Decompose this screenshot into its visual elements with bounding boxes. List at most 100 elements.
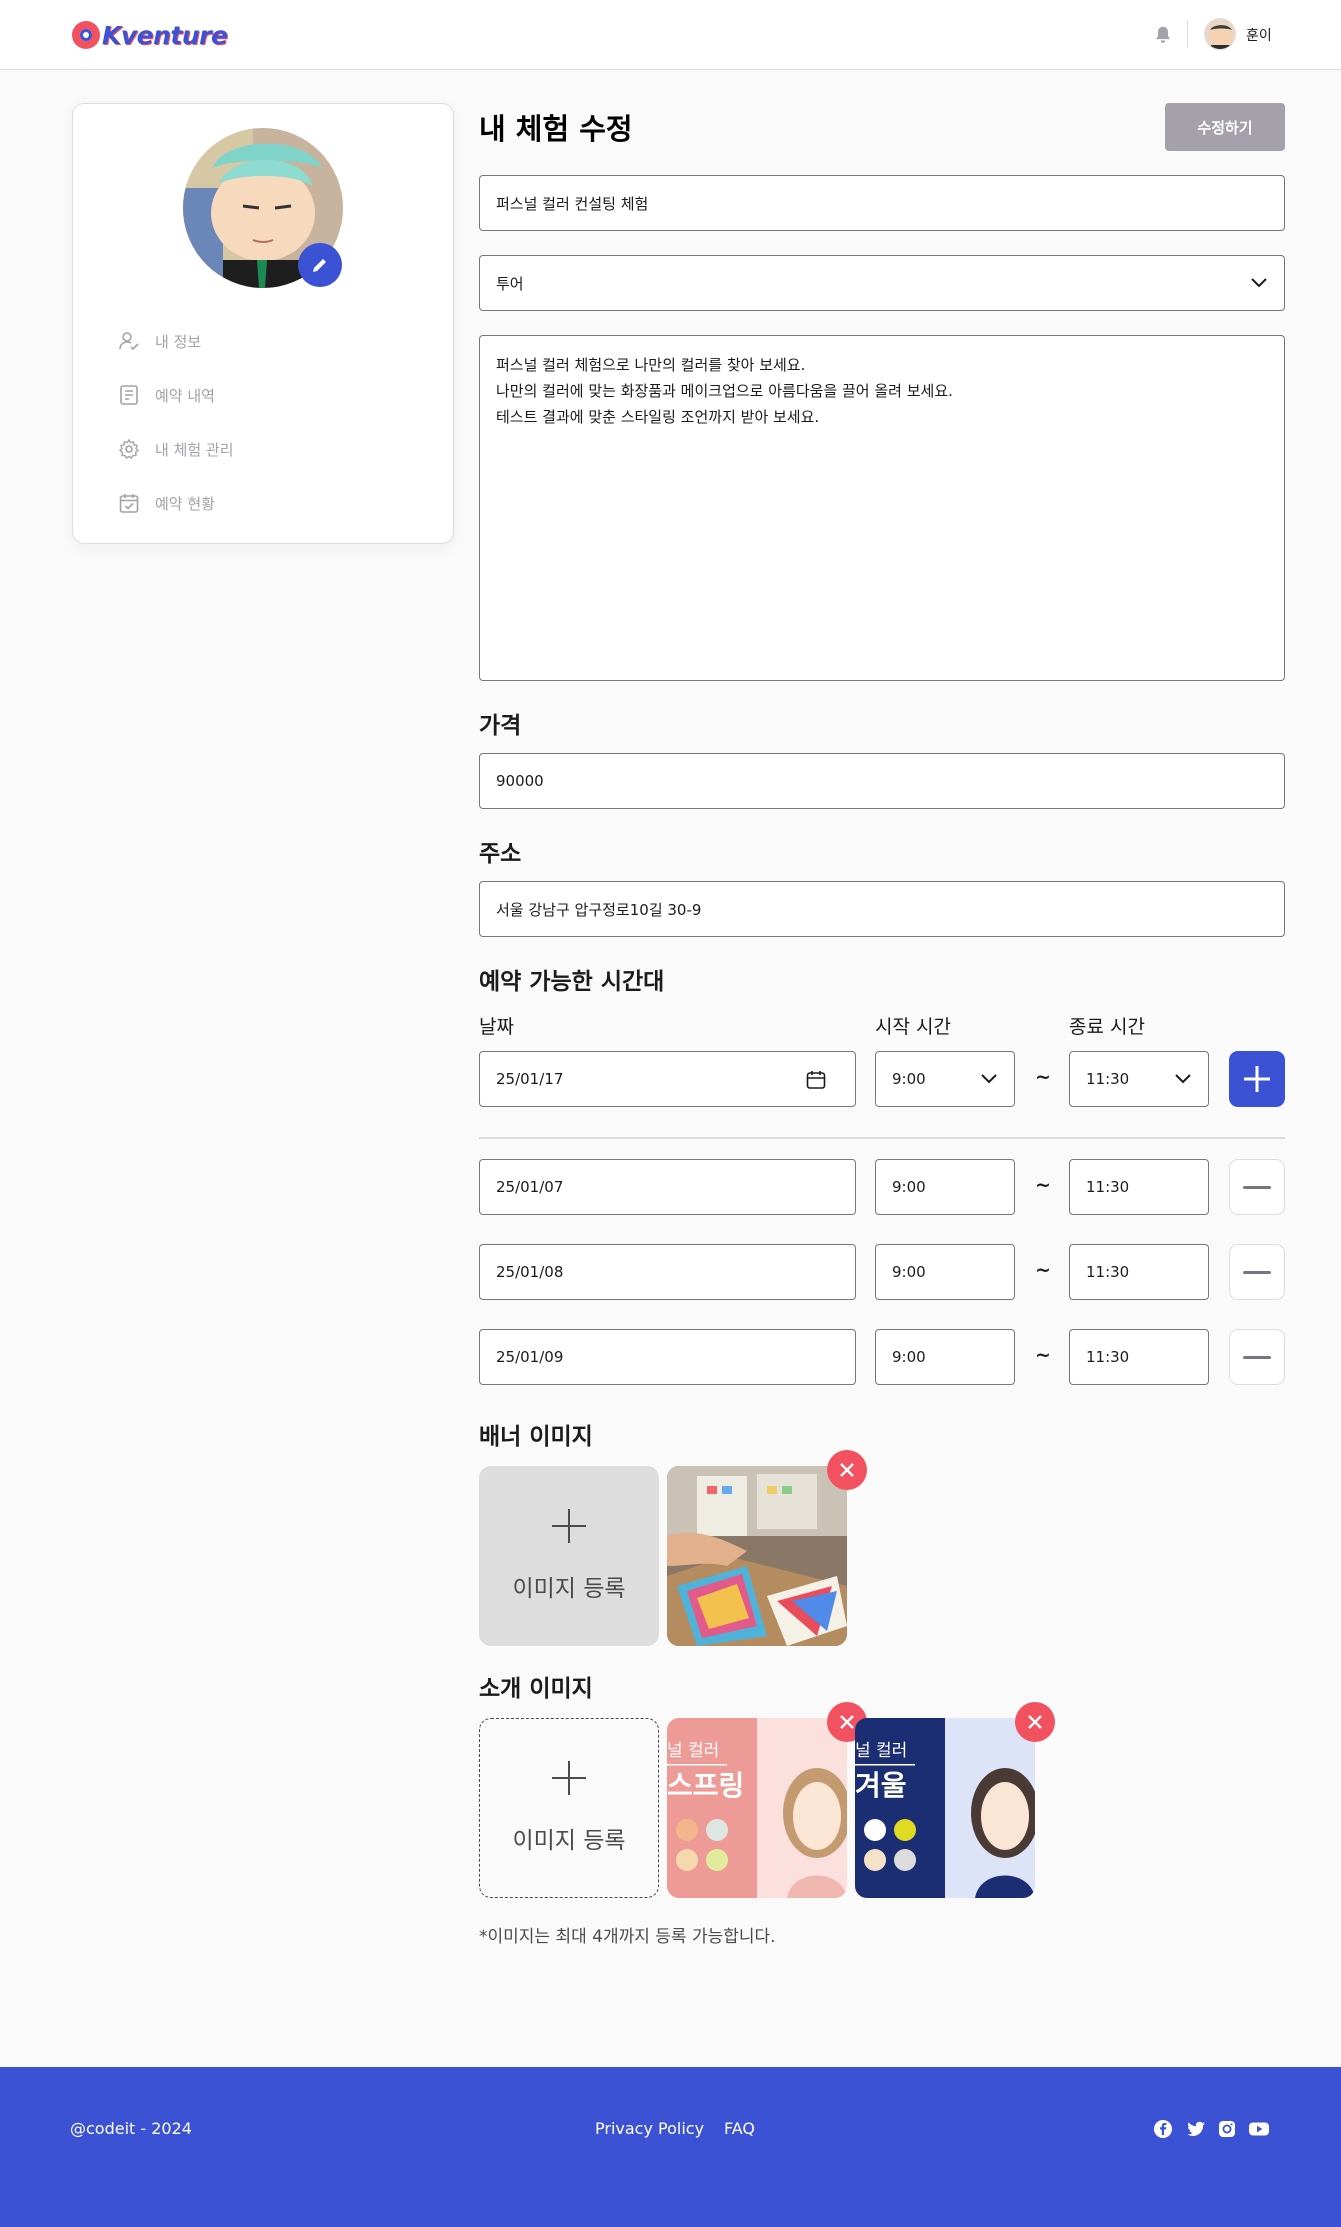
remove-timeslot-button[interactable] — [1229, 1159, 1285, 1215]
description-textarea[interactable]: 퍼스널 컬러 체험으로 나만의 컬러를 찾아 보세요. 나만의 컬러에 맞는 화… — [479, 335, 1285, 681]
faq-link[interactable]: FAQ — [724, 2119, 755, 2138]
date-picker-value: 25/01/17 — [496, 1070, 564, 1088]
schedule-title: 예약 가능한 시간대 — [479, 969, 665, 995]
timeslot-start-value: 9:00 — [892, 1348, 926, 1366]
logo-mark-icon — [72, 21, 100, 49]
category-select[interactable]: 투어 — [479, 255, 1285, 311]
category-select-value: 투어 — [496, 274, 524, 293]
banner-image-thumbnail — [667, 1466, 847, 1646]
chevron-down-icon — [981, 1074, 997, 1084]
start-time-select[interactable]: 9:00 — [875, 1051, 1015, 1107]
minus-icon — [1243, 1185, 1271, 1189]
timeslot-end: 11:30 — [1069, 1329, 1209, 1385]
privacy-policy-link[interactable]: Privacy Policy — [595, 2119, 704, 2138]
end-time-value: 11:30 — [1086, 1070, 1130, 1088]
intro-image-thumbnail: 널 컬러 스프링 — [667, 1718, 847, 1898]
intro-image-thumbnail: 널 컬러 겨울 — [855, 1718, 1035, 1898]
timeslot-end: 11:30 — [1069, 1159, 1209, 1215]
date-column-label: 날짜 — [479, 1016, 514, 1038]
sidebar-item-label: 예약 현황 — [155, 494, 215, 513]
image-caption-top: 널 컬러 — [667, 1741, 720, 1761]
remove-banner-image-button[interactable] — [827, 1450, 867, 1490]
timeslot-date-value: 25/01/07 — [496, 1178, 564, 1196]
sidebar-item-label: 예약 내역 — [155, 386, 215, 405]
sidebar-item-label: 내 체험 관리 — [155, 440, 234, 459]
footer: @codeit - 2024 Privacy Policy FAQ — [0, 2067, 1341, 2227]
remove-timeslot-button[interactable] — [1229, 1244, 1285, 1300]
timeslot-start-value: 9:00 — [892, 1263, 926, 1281]
timeslot-date: 25/01/09 — [479, 1329, 856, 1385]
sidebar-item-label: 내 정보 — [155, 332, 202, 351]
description-line: 퍼스널 컬러 체험으로 나만의 컬러를 찾아 보세요. — [496, 356, 806, 374]
timeslot-date: 25/01/07 — [479, 1159, 856, 1215]
title-input[interactable]: 퍼스널 컬러 컨설팅 체험 — [479, 175, 1285, 231]
image-upload-label: 이미지 등록 — [512, 1828, 626, 1854]
image-caption-top: 널 컬러 — [855, 1741, 908, 1761]
bell-icon[interactable] — [1152, 24, 1174, 46]
sidebar-menu: 내 정보 예약 내역 내 체험 관리 예약 현황 — [117, 314, 417, 530]
schedule-divider — [479, 1137, 1285, 1139]
timeslot-date: 25/01/08 — [479, 1244, 856, 1300]
calendar-icon[interactable] — [805, 1069, 827, 1091]
price-input[interactable]: 90000 — [479, 753, 1285, 809]
add-timeslot-button[interactable] — [1229, 1051, 1285, 1107]
user-check-icon — [117, 329, 141, 353]
close-icon — [1028, 1715, 1042, 1729]
pencil-icon — [313, 259, 326, 272]
timeslot-end-value: 11:30 — [1086, 1178, 1130, 1196]
description-line: 나만의 컬러에 맞는 화장품과 메이크업으로 아름다움을 끌어 올려 보세요. — [496, 382, 953, 400]
sidebar-item-my-info[interactable]: 내 정보 — [117, 314, 417, 368]
sidebar-item-my-experiences[interactable]: 내 체험 관리 — [117, 422, 417, 476]
sidebar-item-reservations[interactable]: 예약 내역 — [117, 368, 417, 422]
twitter-icon[interactable] — [1186, 2119, 1206, 2139]
end-time-select[interactable]: 11:30 — [1069, 1051, 1209, 1107]
image-caption-main: 겨울 — [855, 1769, 907, 1802]
list-document-icon — [117, 383, 141, 407]
banner-image-title: 배너 이미지 — [479, 1424, 593, 1450]
logo-text: Kventure — [102, 20, 228, 50]
minus-icon — [1243, 1355, 1271, 1359]
facebook-icon[interactable] — [1153, 2119, 1173, 2139]
title-input-value: 퍼스널 컬러 컨설팅 체험 — [496, 194, 649, 213]
profile-edit-button[interactable] — [298, 243, 342, 287]
banner-image-upload-button[interactable]: 이미지 등록 — [479, 1466, 659, 1646]
address-input[interactable]: 서울 강남구 압구정로10길 30-9 — [479, 881, 1285, 937]
youtube-icon[interactable] — [1248, 2119, 1270, 2139]
instagram-icon[interactable] — [1217, 2119, 1237, 2139]
copyright-text: @codeit - 2024 — [70, 2119, 192, 2138]
intro-image-upload-button[interactable]: 이미지 등록 — [479, 1718, 659, 1898]
start-time-column-label: 시작 시간 — [875, 1016, 951, 1038]
address-input-value: 서울 강남구 압구정로10길 30-9 — [496, 900, 702, 919]
top-nav: Kventure 훈이 — [0, 0, 1341, 70]
timeslot-start: 9:00 — [875, 1329, 1015, 1385]
image-limit-note: *이미지는 최대 4개까지 등록 가능합니다. — [479, 1927, 776, 1947]
timeslot-start-value: 9:00 — [892, 1178, 926, 1196]
intro-image-title: 소개 이미지 — [479, 1676, 593, 1702]
plus-icon — [552, 1761, 586, 1795]
sidebar-item-reservation-status[interactable]: 예약 현황 — [117, 476, 417, 530]
submit-edit-button[interactable]: 수정하기 — [1165, 103, 1285, 151]
gear-icon — [117, 437, 141, 461]
chevron-down-icon — [1175, 1074, 1191, 1084]
close-icon — [840, 1463, 854, 1477]
timeslot-end-value: 11:30 — [1086, 1348, 1130, 1366]
timeslot-date-value: 25/01/08 — [496, 1263, 564, 1281]
user-name[interactable]: 훈이 — [1246, 25, 1272, 45]
logo[interactable]: Kventure — [72, 18, 228, 52]
timeslot-end-value: 11:30 — [1086, 1263, 1130, 1281]
header-divider — [1187, 20, 1188, 48]
calendar-check-icon — [117, 491, 141, 515]
profile-sidebar: 내 정보 예약 내역 내 체험 관리 예약 현황 — [72, 103, 454, 544]
date-picker-input[interactable]: 25/01/17 — [479, 1051, 856, 1107]
remove-timeslot-button[interactable] — [1229, 1329, 1285, 1385]
start-time-value: 9:00 — [892, 1070, 926, 1088]
remove-intro-image-button[interactable] — [1015, 1702, 1055, 1742]
plus-icon — [552, 1509, 586, 1543]
time-separator: ~ — [1035, 1344, 1051, 1366]
time-separator: ~ — [1035, 1174, 1051, 1196]
timeslot-date-value: 25/01/09 — [496, 1348, 564, 1366]
avatar[interactable] — [1204, 18, 1236, 50]
chevron-down-icon — [1251, 278, 1267, 288]
price-input-value: 90000 — [496, 772, 544, 790]
image-upload-label: 이미지 등록 — [512, 1576, 626, 1602]
